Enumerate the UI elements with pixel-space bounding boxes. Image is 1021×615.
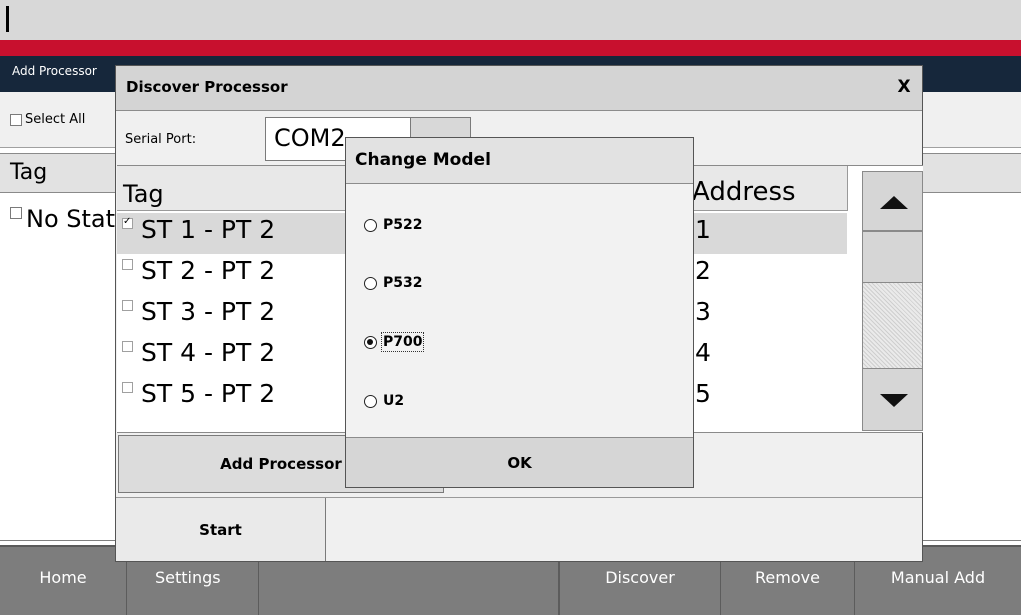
dialog-title: Discover Processor xyxy=(126,78,288,96)
row-tag: ST 5 - PT 2 xyxy=(141,379,276,408)
radio-button-selected[interactable] xyxy=(364,335,377,349)
row-checkbox[interactable] xyxy=(122,259,133,270)
model-option-p700[interactable]: P700 xyxy=(364,332,425,352)
row-address: 1 xyxy=(695,215,711,244)
serial-port-label: Serial Port: xyxy=(125,132,197,147)
row-checkbox[interactable] xyxy=(122,216,133,229)
select-all-label: Select All xyxy=(25,112,86,127)
row-checkbox[interactable] xyxy=(122,382,133,393)
header-separator xyxy=(847,166,848,211)
row-tag: ST 3 - PT 2 xyxy=(141,297,276,326)
row-address: 3 xyxy=(695,297,711,326)
row-address: 5 xyxy=(695,379,711,408)
row-tag: ST 2 - PT 2 xyxy=(141,256,276,285)
row-tag: ST 1 - PT 2 xyxy=(141,215,276,244)
radio-label: P532 xyxy=(383,275,423,291)
select-all-checkbox[interactable]: Select All xyxy=(10,112,115,127)
column-header-address[interactable]: Address xyxy=(692,177,796,207)
row-address: 4 xyxy=(695,338,711,367)
row-checkbox[interactable] xyxy=(122,300,133,311)
brand-bar xyxy=(0,40,1021,56)
serial-port-value: COM2 xyxy=(274,124,346,152)
model-option-p532[interactable]: P532 xyxy=(364,275,422,291)
radio-label: P700 xyxy=(380,332,425,352)
background-column-tag: Tag xyxy=(10,160,48,185)
radio-label: P522 xyxy=(383,217,423,233)
close-button[interactable]: X xyxy=(892,75,916,99)
radio-label: U2 xyxy=(383,393,405,409)
row-checkbox[interactable] xyxy=(122,341,133,352)
background-row-text: No Stations xyxy=(26,205,115,233)
row-address: 2 xyxy=(695,256,711,285)
scroll-up-button[interactable] xyxy=(862,171,923,231)
radio-button[interactable] xyxy=(364,218,377,232)
scroll-down-button[interactable] xyxy=(862,368,923,431)
model-option-p522[interactable]: P522 xyxy=(364,217,422,233)
row-checkbox[interactable] xyxy=(10,207,22,219)
top-bar xyxy=(0,0,1021,40)
model-option-u2[interactable]: U2 xyxy=(364,393,404,409)
checkbox-icon[interactable] xyxy=(10,113,22,126)
dialog-title: Change Model xyxy=(355,150,491,170)
change-model-dialog: Change Model P522 P532 P700 U2 OK xyxy=(345,137,694,488)
scrollbar-track[interactable] xyxy=(862,283,923,368)
ok-button[interactable]: OK xyxy=(346,438,693,487)
footer-home-button[interactable]: Home xyxy=(0,545,127,615)
background-grid-row: No Stations xyxy=(10,205,115,233)
radio-button[interactable] xyxy=(364,276,377,290)
radio-button[interactable] xyxy=(364,394,377,408)
text-cursor xyxy=(6,6,9,32)
row-tag: ST 4 - PT 2 xyxy=(141,338,276,367)
start-button[interactable]: Start xyxy=(116,498,326,561)
scrollbar-thumb[interactable] xyxy=(862,231,923,283)
page-title: Add Processor xyxy=(12,64,97,78)
column-header-tag[interactable]: Tag xyxy=(123,180,164,208)
